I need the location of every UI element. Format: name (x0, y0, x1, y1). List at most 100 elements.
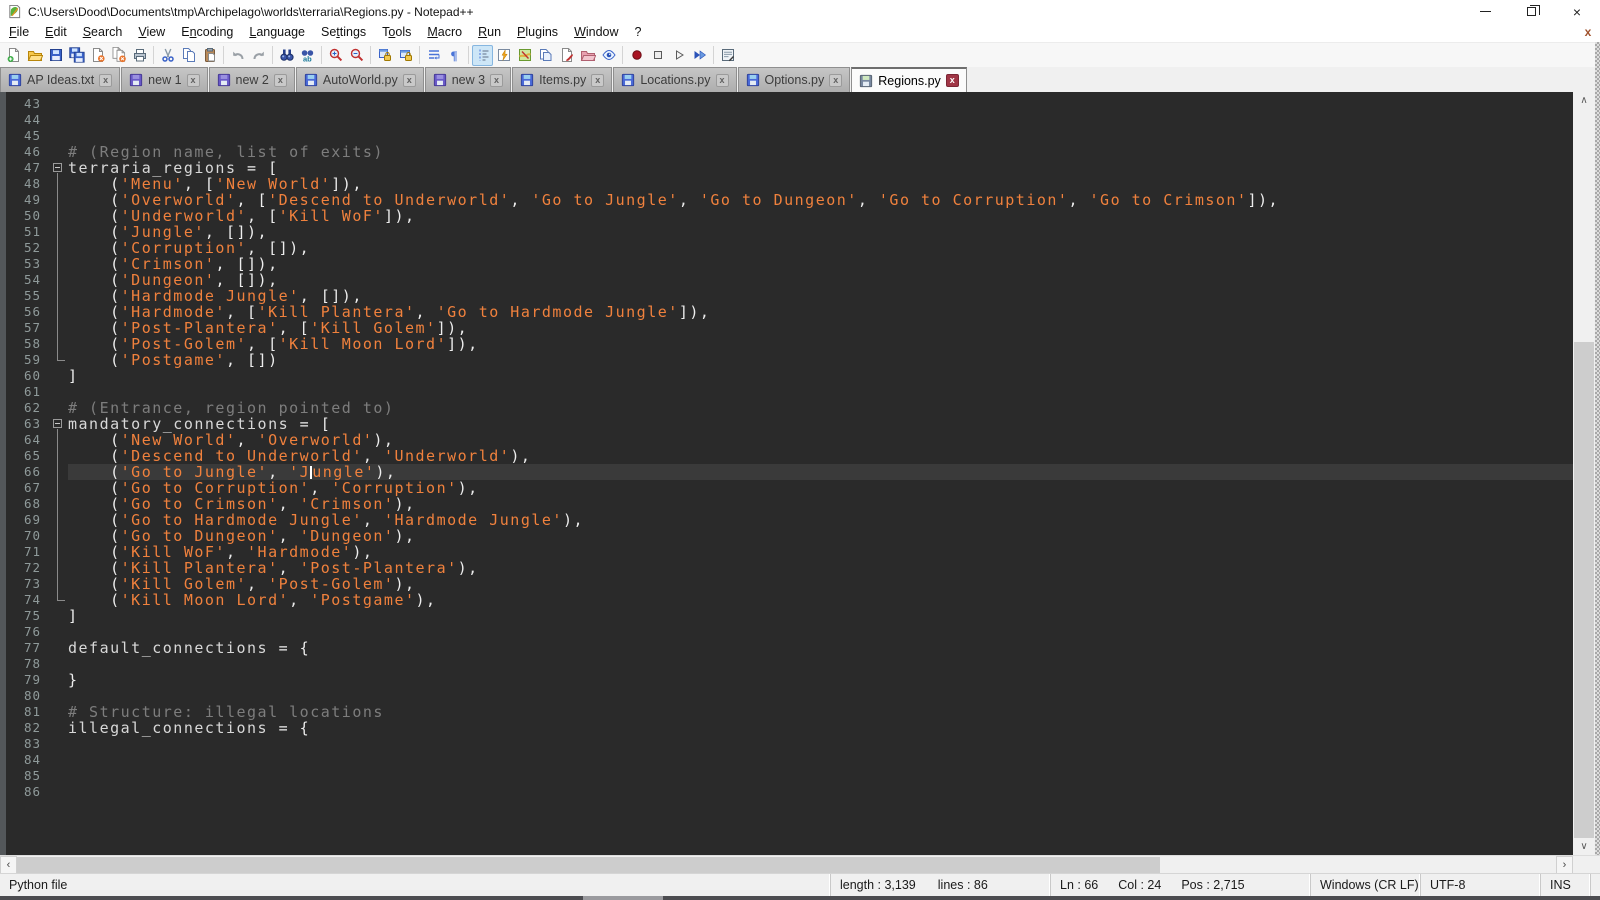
sync-horizontal-button[interactable] (395, 45, 416, 66)
tab-close-icon[interactable]: x (403, 74, 416, 87)
macro-save-button[interactable] (717, 45, 738, 66)
fold-margin (48, 384, 68, 400)
scroll-left-arrow-icon[interactable]: ‹ (0, 856, 17, 874)
close-document-button[interactable]: x (1580, 24, 1596, 40)
paste-button[interactable] (199, 45, 220, 66)
scroll-up-arrow-icon[interactable]: ∧ (1573, 92, 1595, 109)
toolbar-separator (153, 46, 154, 64)
menu-run[interactable]: Run (470, 23, 509, 42)
word-wrap-button[interactable] (423, 45, 444, 66)
tab-close-icon[interactable]: x (591, 74, 604, 87)
fold-margin[interactable] (48, 416, 68, 432)
scroll-down-arrow-icon[interactable]: ∨ (1573, 838, 1595, 855)
position-label: Pos : 2,715 (1181, 878, 1244, 892)
horizontal-scroll-thumb[interactable] (17, 857, 1160, 873)
open-file-button[interactable] (24, 45, 45, 66)
code-text: ] (68, 368, 1573, 384)
menu-macro[interactable]: Macro (419, 23, 470, 42)
macro-record-button[interactable] (626, 45, 647, 66)
folder-as-workspace-button[interactable] (577, 45, 598, 66)
tab-close-icon[interactable]: x (274, 74, 287, 87)
print-button[interactable] (129, 45, 150, 66)
redo-button[interactable] (248, 45, 269, 66)
tab-ap-ideas-txt[interactable]: AP Ideas.txtx (0, 67, 120, 92)
tab-items-py[interactable]: Items.pyx (512, 67, 612, 92)
fold-collapse-icon[interactable] (53, 163, 62, 172)
macro-run-multiple-button[interactable] (689, 45, 710, 66)
menu-language[interactable]: Language (241, 23, 313, 42)
code-line: 82illegal_connections = { (6, 720, 1573, 736)
code-editor[interactable]: 43444546# (Region name, list of exits)47… (0, 92, 1573, 855)
new-file-button[interactable] (3, 45, 24, 66)
menu-view[interactable]: View (130, 23, 173, 42)
tab-close-icon[interactable]: x (187, 74, 200, 87)
menu-encoding[interactable]: Encoding (173, 23, 241, 42)
menu-file[interactable]: File (1, 23, 37, 42)
line-number: 60 (6, 368, 48, 384)
tab-close-icon[interactable]: x (99, 74, 112, 87)
cut-button[interactable] (157, 45, 178, 66)
macro-stop-button[interactable] (647, 45, 668, 66)
status-eol-format[interactable]: Windows (CR LF) (1311, 874, 1421, 896)
zoom-in-button[interactable] (325, 45, 346, 66)
close-button[interactable]: × (1554, 0, 1600, 23)
save-file-icon (48, 47, 64, 63)
minimize-button[interactable] (1462, 0, 1508, 23)
tab-autoworld-py[interactable]: AutoWorld.pyx (296, 67, 424, 92)
tab-new-1[interactable]: new 1x (121, 67, 207, 92)
document-map-button[interactable] (514, 45, 535, 66)
tab-close-icon[interactable]: x (716, 74, 729, 87)
indent-guide-button[interactable] (472, 45, 493, 66)
copy-button[interactable] (178, 45, 199, 66)
menu-help[interactable]: ? (627, 23, 650, 42)
status-encoding[interactable]: UTF-8 (1421, 874, 1541, 896)
vertical-scroll-track[interactable] (1573, 109, 1595, 838)
show-all-characters-button[interactable]: ¶ (444, 45, 465, 66)
tab-close-icon[interactable]: x (946, 74, 959, 87)
tab-label: Locations.py (640, 73, 710, 87)
menu-plugins[interactable]: Plugins (509, 23, 566, 42)
vertical-scrollbar[interactable]: ∧ ∨ (1573, 92, 1595, 855)
menu-settings[interactable]: Settings (313, 23, 374, 42)
fold-collapse-icon[interactable] (53, 419, 62, 428)
macro-record-icon (629, 47, 645, 63)
save-all-button[interactable] (66, 45, 87, 66)
line-number: 69 (6, 512, 48, 528)
monitoring-eye-button[interactable] (598, 45, 619, 66)
close-all-button[interactable] (108, 45, 129, 66)
tab-options-py[interactable]: Options.pyx (738, 67, 851, 92)
fold-margin (48, 240, 68, 256)
tab-new-3[interactable]: new 3x (425, 67, 511, 92)
tab-regions-py[interactable]: Regions.pyx (851, 67, 967, 92)
code-line: 57 ('Post-Plantera', ['Kill Golem']), (6, 320, 1573, 336)
code-line: 69 ('Go to Hardmode Jungle', 'Hardmode J… (6, 512, 1573, 528)
replace-button[interactable]: ab (297, 45, 318, 66)
menu-tools[interactable]: Tools (374, 23, 419, 42)
menu-edit[interactable]: Edit (37, 23, 75, 42)
toolbar-separator (321, 46, 322, 64)
tab-close-icon[interactable]: x (829, 74, 842, 87)
restore-button[interactable] (1508, 0, 1554, 23)
tab-close-icon[interactable]: x (490, 74, 503, 87)
tab-locations-py[interactable]: Locations.py x (613, 67, 736, 92)
fold-margin[interactable] (48, 160, 68, 176)
line-number: 47 (6, 160, 48, 176)
close-file-button[interactable] (87, 45, 108, 66)
menu-search[interactable]: Search (75, 23, 131, 42)
save-file-button[interactable] (45, 45, 66, 66)
find-button[interactable] (276, 45, 297, 66)
menu-window[interactable]: Window (566, 23, 626, 42)
document-list-button[interactable] (535, 45, 556, 66)
sync-vertical-button[interactable] (374, 45, 395, 66)
scroll-right-arrow-icon[interactable]: › (1556, 856, 1573, 874)
document-switcher-button[interactable] (556, 45, 577, 66)
horizontal-scrollbar[interactable]: ‹ › (0, 855, 1600, 873)
code-text: ] (68, 608, 1573, 624)
vertical-scroll-thumb[interactable] (1574, 342, 1594, 838)
undo-button[interactable] (227, 45, 248, 66)
function-list-button[interactable] (493, 45, 514, 66)
zoom-out-button[interactable] (346, 45, 367, 66)
tab-new-2[interactable]: new 2x (209, 67, 295, 92)
macro-play-button[interactable] (668, 45, 689, 66)
status-insert-mode[interactable]: INS (1541, 874, 1591, 896)
